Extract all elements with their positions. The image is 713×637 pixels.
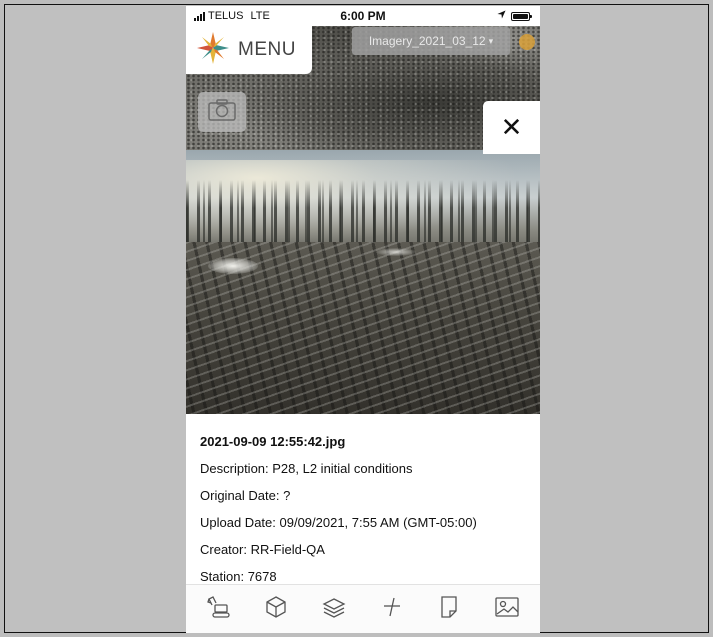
excavator-tool-button[interactable] — [199, 589, 239, 629]
notes-button[interactable] — [429, 589, 469, 629]
phone-screen: TELUS LTE 6:00 PM MENU Imagery_2021_03_1… — [186, 6, 540, 633]
photo-description: Description: P28, L2 initial conditions — [200, 461, 413, 476]
imagery-select[interactable]: Imagery_2021_03_12 ▾ — [352, 27, 510, 55]
close-icon: ✕ — [500, 112, 523, 142]
photo-details: 2021-09-09 12:55:42.jpg Description: P28… — [186, 414, 540, 584]
image-icon — [494, 596, 520, 623]
menu-label: MENU — [238, 39, 296, 60]
camera-button[interactable] — [198, 92, 246, 132]
status-icons — [497, 10, 532, 22]
excavator-icon — [206, 595, 232, 624]
layers-button[interactable] — [314, 589, 354, 629]
app-logo-icon — [196, 31, 230, 70]
close-button[interactable]: ✕ — [483, 101, 540, 154]
site-photo — [186, 150, 540, 414]
layers-icon — [322, 595, 346, 624]
measure-button[interactable] — [372, 589, 412, 629]
menu-button[interactable]: MENU — [186, 26, 312, 74]
measure-icon — [380, 595, 404, 624]
imagery-select-value: Imagery_2021_03_12 — [368, 34, 486, 48]
photo-upload-date: Upload Date: 09/09/2021, 7:55 AM (GMT-05… — [200, 515, 477, 530]
location-icon — [497, 10, 506, 22]
status-bar: TELUS LTE 6:00 PM — [186, 6, 540, 26]
photo-puddle — [376, 248, 416, 256]
cube-icon — [264, 595, 288, 624]
photo-filename: 2021-09-09 12:55:42.jpg — [200, 434, 346, 449]
photo-station: Station: 7678 — [200, 569, 277, 584]
bottom-toolbar — [186, 584, 540, 633]
camera-icon — [207, 98, 237, 127]
photo-puddle — [208, 258, 258, 274]
chevron-down-icon: ▾ — [488, 35, 494, 46]
note-icon — [438, 595, 460, 624]
3d-view-button[interactable] — [256, 589, 296, 629]
battery-icon — [511, 11, 532, 21]
photo-creator: Creator: RR-Field-QA — [200, 542, 325, 557]
photo-treeline — [186, 180, 540, 250]
photo-original-date: Original Date: ? — [200, 488, 291, 503]
clock: 6:00 PM — [340, 9, 386, 23]
photos-button[interactable] — [487, 589, 527, 629]
status-indicator-icon[interactable] — [519, 34, 535, 50]
